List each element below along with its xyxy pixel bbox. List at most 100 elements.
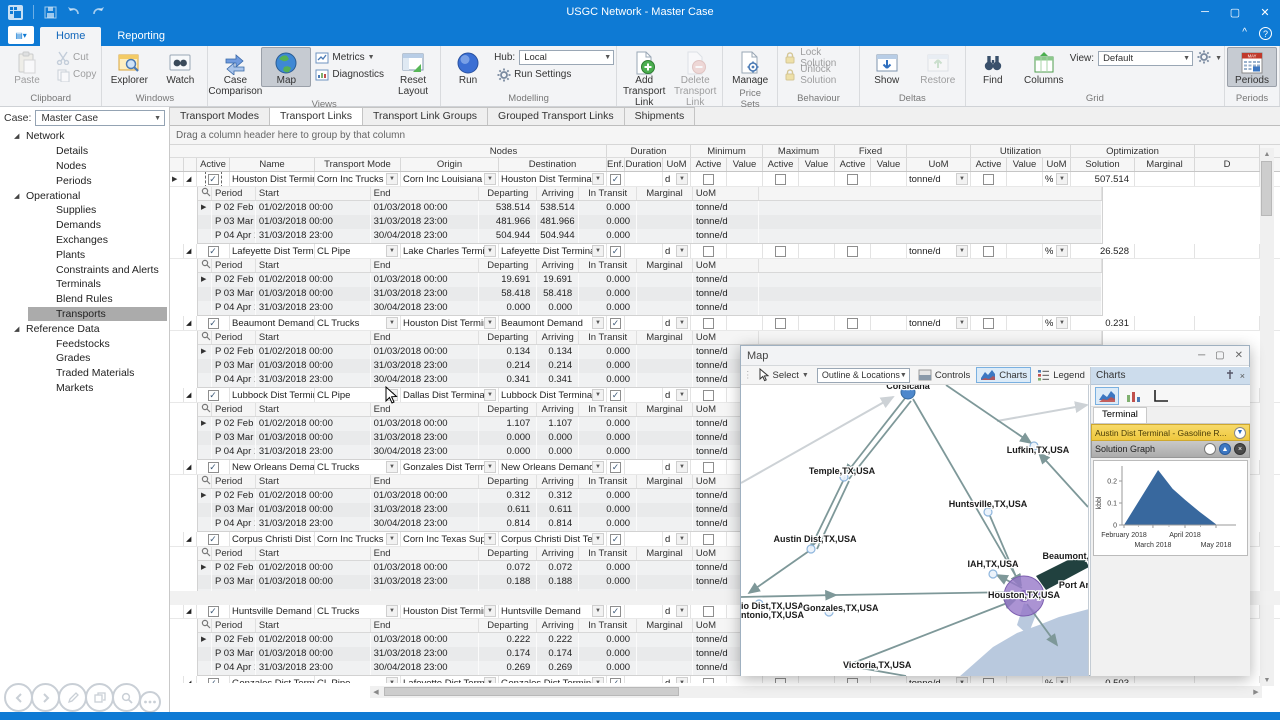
period-row[interactable]: P 04 Apr 1831/03/2018 23:0030/04/2018 23… xyxy=(198,229,1102,243)
dropdown-icon[interactable]: ▼ xyxy=(676,173,688,185)
transport-mode-cell[interactable]: CL Pipe▼ xyxy=(315,676,401,683)
ribbon-tab-reporting[interactable]: Reporting xyxy=(101,27,181,46)
duration-uom-cell[interactable]: d▼ xyxy=(663,244,691,258)
min-active-cell[interactable] xyxy=(691,244,727,258)
dropdown-icon[interactable]: ▼ xyxy=(386,533,398,545)
enforced-cell[interactable]: ✓ xyxy=(607,532,625,546)
duration-uom-cell[interactable]: d▼ xyxy=(663,388,691,402)
add-transport-link-button[interactable]: Add Transport Link xyxy=(619,47,669,109)
checkbox[interactable] xyxy=(847,174,858,185)
tree-item-markets[interactable]: Markets xyxy=(0,381,169,396)
transport-mode-cell[interactable]: CL Trucks▼ xyxy=(315,604,401,618)
close-button[interactable]: ✕ xyxy=(1250,0,1280,24)
dropdown-icon[interactable]: ▼ xyxy=(592,605,604,617)
column-header-uom[interactable]: UoM xyxy=(907,158,971,171)
tree-node-reference-data[interactable]: ◢Reference Data xyxy=(0,321,169,336)
windows-overlay-button[interactable] xyxy=(85,683,114,712)
expand-icon[interactable]: ◢ xyxy=(184,676,197,683)
table-row[interactable]: ▶◢✓Houston Dist Terminal - A...Corn Inc … xyxy=(170,172,1280,187)
checkbox[interactable] xyxy=(847,678,858,684)
pin-icon[interactable] xyxy=(1226,369,1234,382)
metrics-button[interactable]: Metrics▼ xyxy=(312,50,387,65)
magnifier-icon[interactable] xyxy=(198,547,212,560)
max-value-cell[interactable] xyxy=(799,244,835,258)
min-active-cell[interactable] xyxy=(691,388,727,402)
checkbox[interactable]: ✓ xyxy=(208,606,219,617)
period-row[interactable]: ▶P 02 Feb 1801/02/2018 00:0001/03/2018 0… xyxy=(198,201,1102,215)
dropdown-icon[interactable]: ▼ xyxy=(956,317,968,329)
close-graph-icon[interactable]: × xyxy=(1234,443,1246,455)
dropdown-icon[interactable]: ▼ xyxy=(1056,245,1068,257)
dropdown-icon[interactable]: ▼ xyxy=(676,317,688,329)
fixed-value-cell[interactable] xyxy=(871,172,907,186)
dropdown-icon[interactable]: ▼ xyxy=(386,605,398,617)
redo-icon[interactable] xyxy=(91,6,105,18)
expand-icon[interactable]: ◢ xyxy=(184,388,197,402)
map-view-selector[interactable]: Outline & Locations▼ xyxy=(817,368,910,383)
dropdown-icon[interactable]: ▼ xyxy=(484,605,496,617)
expand-icon[interactable]: ◢ xyxy=(184,532,197,546)
origin-cell[interactable]: Houston Dist Terminal▼ xyxy=(401,316,499,330)
app-logo-icon[interactable] xyxy=(8,5,23,20)
period-row[interactable]: P 04 Apr 1831/03/2018 23:0030/04/2018 23… xyxy=(198,301,1102,315)
ribbon-tab-home[interactable]: Home xyxy=(40,27,101,46)
dropdown-icon[interactable]: ▼ xyxy=(592,533,604,545)
checkbox[interactable] xyxy=(703,318,714,329)
expand-icon[interactable]: ◢ xyxy=(184,244,197,258)
dropdown-icon[interactable]: ▼ xyxy=(484,461,496,473)
dropdown-icon[interactable]: ▼ xyxy=(592,677,604,683)
origin-cell[interactable]: Corn Inc Louisiana Supply▼ xyxy=(401,172,499,186)
case-selector[interactable]: Master Case ▼ xyxy=(35,110,165,126)
dropdown-icon[interactable]: ▼ xyxy=(484,533,496,545)
map-canvas[interactable]: CorsicanaLufkin,TX,USATemple,TX,USAHunts… xyxy=(741,385,1089,676)
magnifier-icon[interactable] xyxy=(198,475,212,488)
column-header-uom[interactable]: UoM xyxy=(663,158,691,171)
checkbox[interactable]: ✓ xyxy=(610,534,621,545)
column-header-value[interactable]: Value xyxy=(871,158,907,171)
duration-cell[interactable] xyxy=(625,172,663,186)
tree-item-details[interactable]: Details xyxy=(0,144,169,159)
column-header-value[interactable]: Value xyxy=(799,158,835,171)
dropdown-icon[interactable]: ▼ xyxy=(676,245,688,257)
dropdown-icon[interactable]: ▼ xyxy=(956,677,968,683)
tab-grouped-transport-links[interactable]: Grouped Transport Links xyxy=(487,107,625,125)
origin-cell[interactable]: Lafeyette Dist Terminal▼ xyxy=(401,676,499,683)
duration-cell[interactable] xyxy=(625,604,663,618)
tree-item-transports[interactable]: Transports xyxy=(28,307,167,322)
minimize-button[interactable]: ─ xyxy=(1190,0,1220,24)
destination-cell[interactable]: Lafeyette Dist Terminal▼ xyxy=(499,244,607,258)
copy-button[interactable]: Copy xyxy=(53,67,99,82)
table-row[interactable]: ◢✓Gonzales Dist Terminal - U...CL Pipe▼L… xyxy=(170,676,1280,683)
checkbox[interactable]: ✓ xyxy=(208,246,219,257)
expand-icon[interactable]: ◢ xyxy=(184,460,197,474)
min-value-cell[interactable] xyxy=(727,172,763,186)
util-uom-cell[interactable]: %▼ xyxy=(1043,316,1071,330)
transport-mode-cell[interactable]: Corn Inc Trucks▼ xyxy=(315,532,401,546)
enforced-cell[interactable]: ✓ xyxy=(607,388,625,402)
checkbox[interactable]: ✓ xyxy=(610,246,621,257)
transport-mode-cell[interactable]: CL Trucks▼ xyxy=(315,316,401,330)
solution-graph-bar[interactable]: Solution Graph ▲ × xyxy=(1091,441,1250,458)
watch-button[interactable]: Watch xyxy=(155,47,205,87)
checkbox[interactable]: ✓ xyxy=(208,390,219,401)
ribbon-collapse-icon[interactable]: ^ xyxy=(1242,27,1247,40)
delete-transport-link-button[interactable]: Delete Transport Link xyxy=(670,47,720,109)
map-minimize-button[interactable]: ─ xyxy=(1198,350,1205,361)
fixed-active-cell[interactable] xyxy=(835,676,871,683)
destination-cell[interactable]: Houston Dist Terminal▼ xyxy=(499,172,607,186)
expand-series-icon[interactable]: ▼ xyxy=(1234,427,1246,439)
checkbox[interactable] xyxy=(775,174,786,185)
checkbox[interactable]: ✓ xyxy=(610,462,621,473)
util-value-cell[interactable] xyxy=(1007,244,1043,258)
table-row[interactable]: ◢✓Lafeyette Dist Terminal - ...CL Pipe▼L… xyxy=(170,244,1280,259)
map-close-button[interactable]: ✕ xyxy=(1235,350,1243,361)
tab-transport-links[interactable]: Transport Links xyxy=(269,107,363,125)
tree-item-periods[interactable]: Periods xyxy=(0,173,169,188)
table-row[interactable]: ◢✓Beaumont Demand - Any ...CL Trucks▼Hou… xyxy=(170,316,1280,331)
column-header-blank[interactable] xyxy=(184,158,197,171)
min-value-cell[interactable] xyxy=(727,244,763,258)
period-row[interactable]: ▶P 02 Feb 1801/02/2018 00:0001/03/2018 0… xyxy=(198,273,1102,287)
util-value-cell[interactable] xyxy=(1007,172,1043,186)
checkbox[interactable] xyxy=(703,534,714,545)
duration-uom-cell[interactable]: d▼ xyxy=(663,316,691,330)
